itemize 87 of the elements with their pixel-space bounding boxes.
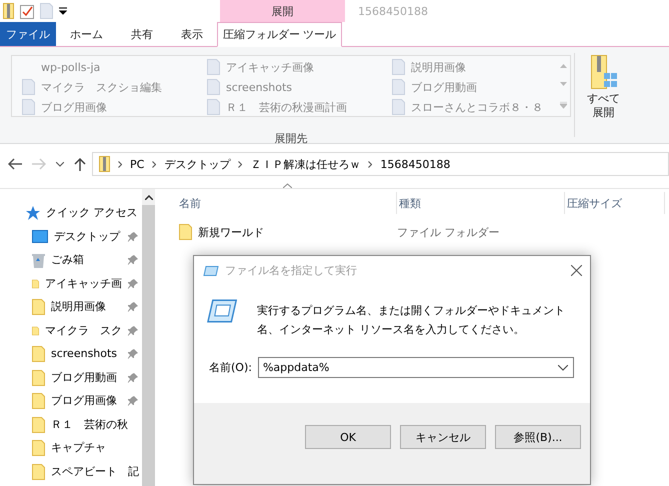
file-type: ファイル フォルダー (397, 224, 500, 240)
chevron-icon[interactable] (238, 160, 242, 168)
nav-item[interactable]: ごみ箱 (51, 253, 84, 268)
pin-icon[interactable] (128, 372, 138, 383)
nav-item[interactable]: ブログ用画像 (51, 394, 117, 408)
column-header[interactable]: 名前 (177, 192, 397, 214)
zip-folder-icon (99, 156, 110, 172)
properties-icon[interactable] (20, 3, 34, 19)
folder-icon (32, 370, 45, 386)
ribbon-tab[interactable]: ホーム (56, 22, 117, 46)
breadcrumb[interactable]: 1568450188 (380, 158, 450, 170)
ribbon-tab[interactable]: 共有 (117, 22, 167, 46)
scrollbar[interactable] (142, 189, 155, 486)
scroll-up-icon[interactable] (144, 194, 152, 200)
more-icon[interactable] (560, 102, 566, 109)
ribbon-tab[interactable]: 圧縮フォルダー ツール (217, 22, 342, 47)
file-icon (207, 79, 220, 95)
breadcrumb[interactable]: ＺＩＰ解凍は任せろｗ (250, 156, 360, 172)
chevron-icon[interactable] (368, 160, 372, 168)
dialog-button[interactable]: キャンセル (400, 425, 486, 449)
zip-folder-icon[interactable] (3, 3, 14, 19)
column-header[interactable]: 種類 (397, 192, 565, 214)
dialog-message: 実行するプログラム名、または開くフォルダーやドキュメント名、インターネット リソース名を入力してください。 (257, 303, 566, 338)
nav-item[interactable]: デスクトップ (54, 230, 120, 244)
file-icon (22, 79, 35, 95)
pin-icon[interactable] (128, 255, 138, 266)
column-header[interactable]: 圧縮サイズ (565, 192, 665, 214)
chevron-icon[interactable] (118, 160, 122, 168)
breadcrumb[interactable]: PC (130, 158, 144, 170)
breadcrumb[interactable]: デスクトップ (164, 156, 230, 172)
scroll-down-icon[interactable] (560, 82, 566, 88)
dialog-button[interactable]: OK (305, 425, 391, 449)
dropdown-icon[interactable] (59, 7, 67, 15)
chevron-icon[interactable] (152, 160, 156, 168)
trash-icon (32, 252, 45, 268)
file-name[interactable]: 新規ワールド (198, 224, 264, 240)
desktop-icon (32, 230, 48, 244)
field-label: 名前(O): (209, 360, 252, 375)
nav-item[interactable]: 説明用画像 (51, 300, 106, 314)
nav-item[interactable]: screenshots (51, 347, 118, 362)
run-icon (203, 266, 219, 276)
dropdown-icon[interactable] (558, 365, 568, 371)
group-label: 展開先 (274, 131, 308, 146)
close-icon[interactable] (571, 265, 582, 276)
context-tab-header: 展開 (220, 0, 345, 22)
up-icon[interactable] (74, 157, 86, 171)
nav-item[interactable]: ブログ用動画 (51, 370, 117, 385)
ribbon-tab[interactable]: ファイル (0, 22, 56, 46)
file-icon (207, 99, 220, 115)
nav-item[interactable]: クイック アクセス (46, 206, 138, 220)
nav-item[interactable]: スペアビート 記 (51, 464, 139, 479)
sort-icon (283, 183, 292, 188)
nav-item[interactable]: Ｒ１ 芸術の秋 (51, 418, 128, 432)
forward-icon[interactable] (32, 158, 46, 170)
extract-all-button[interactable]: すべて 展開 (579, 47, 628, 124)
ribbon-tab[interactable]: 表示 (167, 22, 217, 46)
folder-icon (32, 440, 45, 456)
star-icon (26, 206, 40, 220)
folder-icon (32, 299, 45, 316)
folder-icon (32, 393, 45, 410)
pin-icon[interactable] (128, 349, 138, 360)
pin-icon[interactable] (128, 396, 138, 406)
extract-icon (590, 55, 616, 89)
pin-icon[interactable] (128, 326, 138, 336)
run-icon (206, 299, 238, 323)
recent-icon[interactable] (56, 162, 64, 166)
file-icon (207, 59, 220, 75)
file-icon (392, 99, 405, 115)
command-field[interactable]: %appdata% (258, 357, 574, 378)
folder-icon (179, 224, 192, 240)
file-icon (22, 99, 35, 115)
folder-icon (32, 416, 45, 433)
window-title: 1568450188 (358, 4, 428, 18)
address-bar[interactable]: PC デスクトップ ＺＩＰ解凍は任せろｗ 1568450188 (92, 152, 669, 176)
folder-icon (32, 346, 45, 362)
dialog-button[interactable]: 参照(B)... (495, 425, 581, 449)
file-icon (392, 79, 405, 95)
pin-icon[interactable] (128, 278, 138, 289)
pin-icon[interactable] (128, 302, 138, 312)
nav-item[interactable]: キャプチャ (51, 441, 106, 456)
folder-icon (32, 464, 45, 480)
nav-item[interactable]: アイキャッチ画 (45, 276, 122, 291)
file-icon (392, 59, 405, 75)
nav-item[interactable]: マイクラ スク (45, 324, 122, 338)
dialog-title: ファイル名を指定して実行 (225, 263, 357, 278)
back-icon[interactable] (8, 158, 22, 170)
pin-icon[interactable] (128, 232, 138, 242)
